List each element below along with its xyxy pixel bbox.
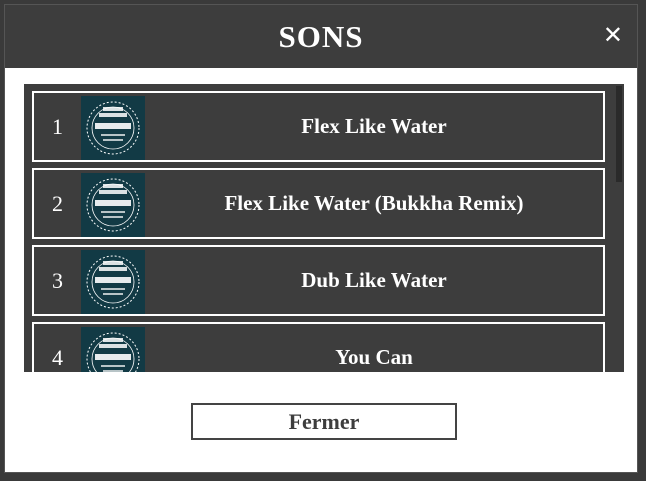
songs-modal: SONS ✕ 1 Flex Like Water 2 Flex Like Wat… <box>4 4 638 473</box>
track-number: 3 <box>52 268 63 293</box>
track-title: Flex Like Water (Bukkha Remix) <box>224 191 524 215</box>
track-list: 1 Flex Like Water 2 Flex Like Water (Buk… <box>32 91 605 372</box>
modal-title: SONS <box>278 18 364 54</box>
track-title: You Can <box>335 345 413 369</box>
track-number: 4 <box>52 345 63 370</box>
track-item[interactable]: 3 Dub Like Water <box>32 245 605 316</box>
track-title: Flex Like Water <box>301 114 447 138</box>
track-list-container[interactable]: 1 Flex Like Water 2 Flex Like Water (Buk… <box>24 84 624 372</box>
album-cover-icon <box>81 173 145 237</box>
track-item[interactable]: 4 You Can <box>32 322 605 372</box>
close-modal-button[interactable]: Fermer <box>191 403 457 440</box>
scrollbar-thumb[interactable] <box>616 86 622 182</box>
track-number: 1 <box>52 114 63 139</box>
track-title: Dub Like Water <box>301 268 447 292</box>
track-number: 2 <box>52 191 63 216</box>
track-item[interactable]: 2 Flex Like Water (Bukkha Remix) <box>32 168 605 239</box>
close-icon[interactable]: ✕ <box>603 23 623 47</box>
album-cover-icon <box>81 96 145 160</box>
scrollbar[interactable] <box>614 84 624 372</box>
album-cover-icon <box>81 327 145 372</box>
album-cover-icon <box>81 250 145 314</box>
modal-header: SONS ✕ <box>5 5 637 68</box>
track-item[interactable]: 1 Flex Like Water <box>32 91 605 162</box>
